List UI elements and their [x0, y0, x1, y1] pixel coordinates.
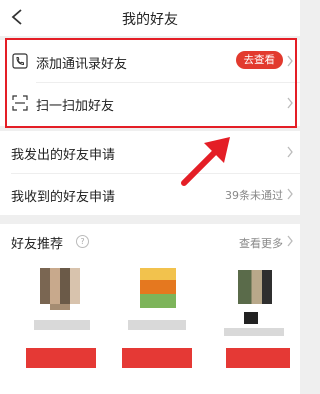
- pixel-button: [26, 348, 96, 368]
- highlight-box: [5, 38, 297, 128]
- view-more-link[interactable]: 查看更多: [239, 235, 283, 251]
- chevron-right-icon: [287, 188, 293, 200]
- page-title: 我的好友: [122, 12, 178, 28]
- help-icon[interactable]: ?: [76, 235, 89, 248]
- pixel-name: [224, 328, 284, 336]
- chevron-right-icon: [287, 146, 293, 158]
- pixel-avatar: [50, 304, 70, 310]
- received-requests-row[interactable]: 我收到的好友申请 39条未通过: [0, 173, 300, 215]
- sent-requests-row[interactable]: 我发出的好友申请: [0, 131, 300, 173]
- chevron-right-icon: [287, 235, 293, 247]
- pixel-avatar: [140, 268, 176, 308]
- recommend-header: 好友推荐 ? 查看更多: [0, 224, 300, 258]
- pixel-name: [244, 312, 258, 324]
- recommend-section: 好友推荐 ? 查看更多: [0, 224, 300, 394]
- received-requests-label: 我收到的好友申请: [11, 190, 116, 205]
- sent-requests-label: 我发出的好友申请: [11, 148, 116, 163]
- pixel-name: [128, 320, 186, 330]
- red-arrow-annotation: [181, 137, 230, 186]
- pixel-name: [34, 320, 90, 330]
- pixel-avatar: [238, 270, 272, 304]
- recommend-title: 好友推荐: [11, 237, 64, 252]
- pixel-button: [122, 348, 192, 368]
- requests-card: 我发出的好友申请 我收到的好友申请 39条未通过: [0, 131, 300, 215]
- received-status: 39条未通过: [225, 189, 283, 202]
- pixel-button: [226, 348, 290, 368]
- pixel-avatar: [40, 268, 80, 304]
- top-bar: 我的好友: [0, 0, 300, 36]
